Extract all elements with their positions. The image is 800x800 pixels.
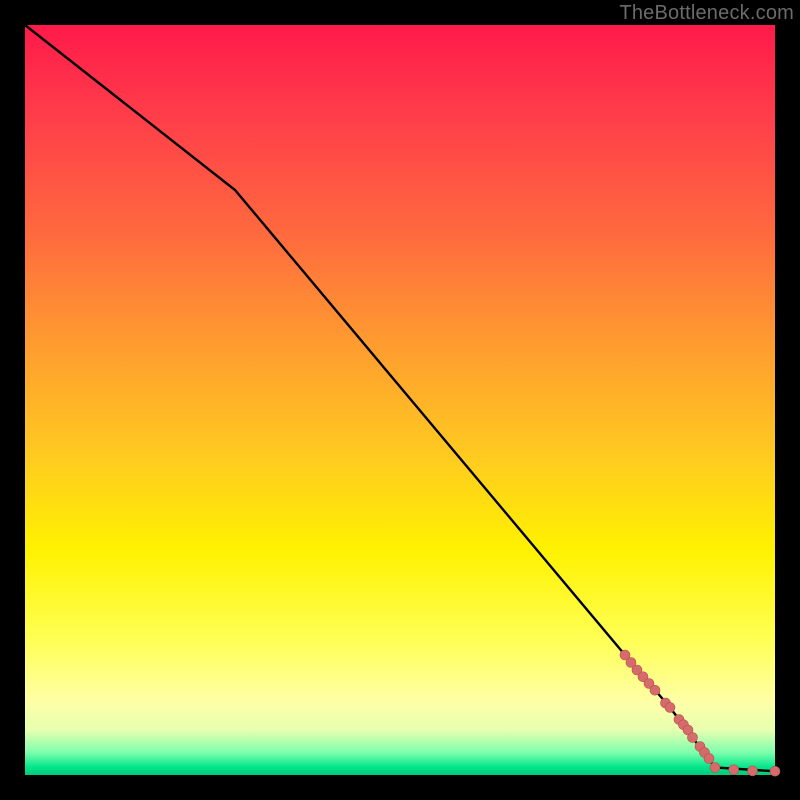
data-marker [704, 754, 714, 764]
data-marker [729, 765, 739, 775]
data-marker [665, 703, 675, 713]
data-marker [710, 763, 720, 773]
chart-frame: TheBottleneck.com [0, 0, 800, 800]
data-marker [650, 685, 660, 695]
chart-overlay [25, 25, 775, 775]
watermark-text: TheBottleneck.com [619, 2, 794, 25]
curve-line [25, 25, 775, 771]
data-marker [770, 766, 780, 776]
data-marker [688, 733, 698, 743]
data-marker [748, 766, 758, 776]
data-markers [620, 650, 780, 776]
